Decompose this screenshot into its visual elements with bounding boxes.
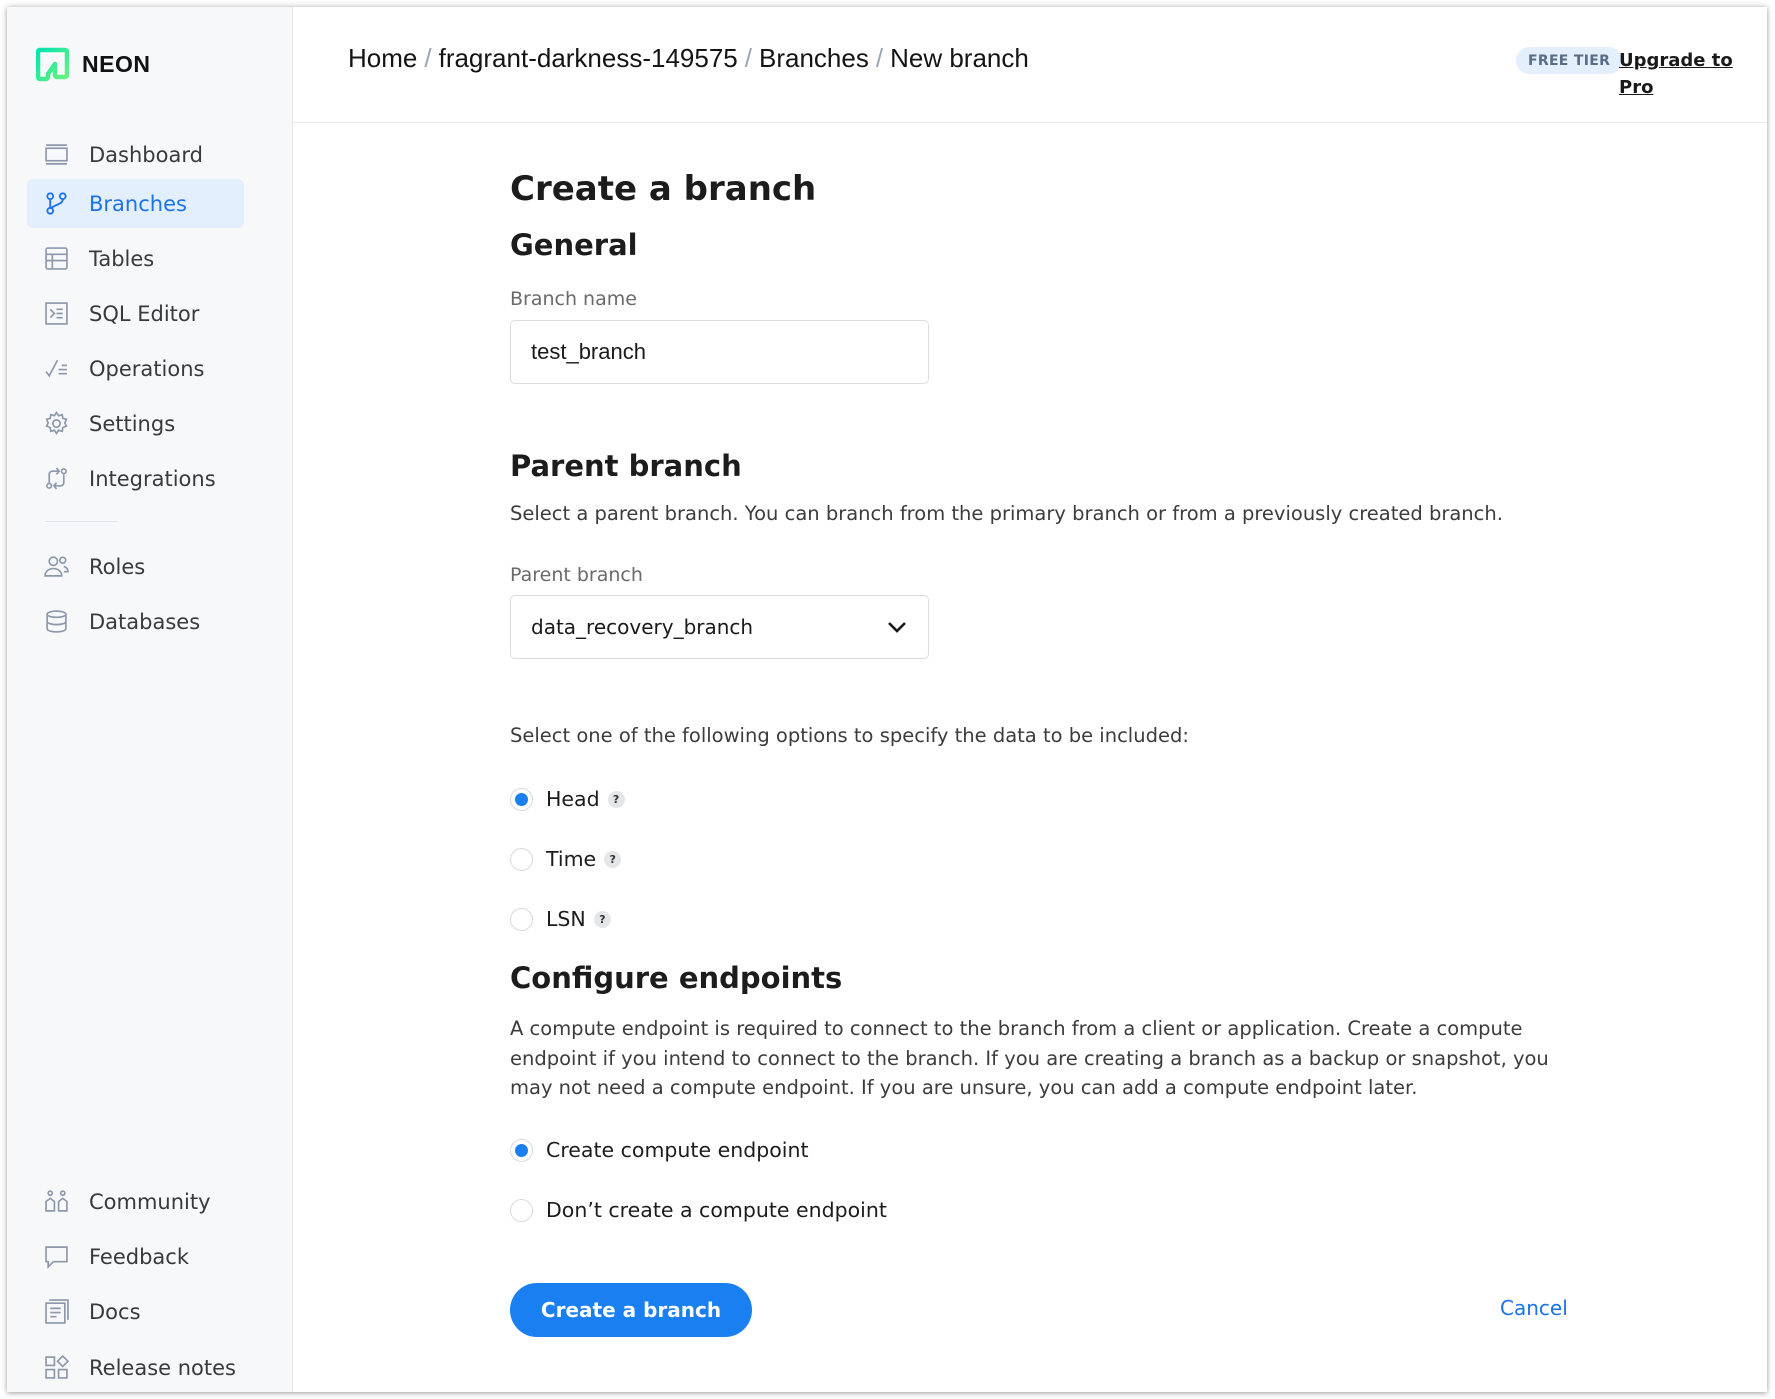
tables-icon	[44, 246, 69, 271]
sidebar-item-label: Integrations	[89, 466, 216, 491]
radio-label: Head	[546, 787, 600, 811]
operations-icon	[44, 356, 69, 381]
sidebar-item-operations[interactable]: Operations	[27, 344, 244, 393]
sidebar-item-label: Branches	[89, 191, 187, 216]
brand-name: NEON	[82, 51, 151, 77]
sidebar-item-release-notes[interactable]: Release notes	[27, 1343, 244, 1392]
page-title: Create a branch	[510, 169, 817, 209]
radio-no-endpoint[interactable]: Don’t create a compute endpoint	[510, 1198, 887, 1222]
radio-label: Create compute endpoint	[546, 1138, 809, 1162]
sidebar-item-integrations[interactable]: Integrations	[27, 454, 244, 503]
breadcrumb: Home / fragrant-darkness-149575/Branches / N…	[348, 43, 1029, 74]
release-notes-icon	[44, 1355, 69, 1380]
branches-icon	[44, 191, 69, 216]
docs-icon	[44, 1299, 69, 1324]
chevron-down-icon	[888, 622, 906, 633]
configure-endpoints-heading: Configure endpoints	[510, 961, 843, 995]
radio-create-endpoint[interactable]: Create compute endpoint	[510, 1138, 809, 1162]
radio-button[interactable]	[510, 1138, 533, 1162]
upgrade-link[interactable]: Upgrade to Pro	[1619, 47, 1767, 101]
breadcrumb-project[interactable]: fragrant-darkness-149575	[439, 43, 738, 73]
feedback-icon	[44, 1244, 69, 1269]
radio-time[interactable]: Time ?	[510, 847, 622, 871]
endpoints-description: A compute endpoint is required to connec…	[510, 1017, 1549, 1099]
parent-branch-value: data_recovery_branch	[531, 615, 754, 639]
sidebar-item-label: Roles	[89, 554, 146, 579]
parent-branch-description: Select a parent branch. You can branch f…	[510, 502, 1503, 525]
app-window: NEON Dashboard Branches Tables SQL Edito…	[7, 7, 1767, 1392]
help-icon[interactable]: ?	[607, 790, 625, 808]
sidebar-item-databases[interactable]: Databases	[27, 597, 244, 646]
breadcrumb-current: New branch	[890, 43, 1029, 73]
gear-icon	[44, 411, 69, 436]
radio-lsn[interactable]: LSN ?	[510, 907, 611, 931]
sidebar-item-settings[interactable]: Settings	[27, 399, 244, 448]
community-icon	[44, 1189, 69, 1214]
neon-logo[interactable]: NEON	[36, 47, 150, 82]
general-heading: General	[510, 228, 638, 262]
sidebar-item-label: Settings	[89, 411, 176, 436]
sidebar-item-label: SQL Editor	[89, 301, 200, 326]
sidebar-divider	[45, 521, 118, 522]
branch-name-label: Branch name	[510, 288, 637, 310]
sidebar-item-branches[interactable]: Branches	[27, 179, 244, 228]
database-icon	[44, 609, 69, 634]
breadcrumb-branches[interactable]: Branches	[759, 43, 869, 73]
sidebar-item-label: Operations	[89, 356, 205, 381]
roles-icon	[44, 554, 69, 579]
radio-checked-dot	[515, 1143, 528, 1157]
radio-button[interactable]	[510, 787, 533, 811]
radio-label: Don’t create a compute endpoint	[546, 1198, 887, 1222]
radio-button[interactable]	[510, 847, 533, 871]
sidebar-item-label: Docs	[89, 1299, 141, 1324]
top-header: Home / fragrant-darkness-149575/Branches / N…	[293, 7, 1767, 123]
radio-label: Time	[546, 847, 597, 871]
sql-editor-icon	[44, 301, 69, 326]
data-options-prompt: Select one of the following options to s…	[510, 724, 1189, 747]
dashboard-icon	[44, 142, 69, 167]
sidebar-item-label: Community	[89, 1189, 211, 1214]
sidebar-item-dashboard[interactable]: Dashboard	[27, 130, 244, 179]
sidebar-item-sql-editor[interactable]: SQL Editor	[27, 289, 244, 338]
parent-branch-heading: Parent branch	[510, 449, 742, 483]
cancel-button[interactable]: Cancel	[1500, 1296, 1568, 1320]
radio-head[interactable]: Head ?	[510, 787, 625, 811]
sidebar-item-label: Databases	[89, 609, 201, 634]
tier-badge: FREE TIER	[1516, 47, 1623, 74]
sidebar-item-community[interactable]: Community	[27, 1177, 244, 1226]
breadcrumb-home[interactable]: Home	[348, 43, 417, 73]
sidebar-item-label: Release notes	[89, 1355, 236, 1380]
breadcrumb-separator: /	[424, 43, 432, 73]
sidebar-item-label: Feedback	[89, 1244, 190, 1269]
parent-branch-label: Parent branch	[510, 564, 643, 586]
integrations-icon	[44, 466, 69, 491]
radio-button[interactable]	[510, 907, 533, 931]
neon-logo-icon	[36, 47, 69, 82]
sidebar-item-roles[interactable]: Roles	[27, 542, 244, 591]
parent-branch-select[interactable]: data_recovery_branch	[510, 595, 929, 659]
radio-label: LSN	[546, 907, 586, 931]
sidebar-item-docs[interactable]: Docs	[27, 1287, 244, 1336]
breadcrumb-separator: /	[875, 43, 884, 73]
branch-name-input[interactable]	[510, 320, 929, 384]
breadcrumb-separator: /	[744, 43, 753, 73]
create-branch-button[interactable]: Create a branch	[510, 1283, 752, 1337]
sidebar: NEON Dashboard Branches Tables SQL Edito…	[7, 7, 293, 1392]
radio-button[interactable]	[510, 1198, 533, 1222]
help-icon[interactable]: ?	[593, 910, 611, 928]
help-icon[interactable]: ?	[604, 850, 622, 868]
radio-checked-dot	[515, 792, 528, 806]
sidebar-item-tables[interactable]: Tables	[27, 234, 244, 283]
sidebar-item-feedback[interactable]: Feedback	[27, 1232, 244, 1281]
sidebar-item-label: Tables	[89, 246, 155, 271]
sidebar-item-label: Dashboard	[89, 142, 203, 167]
